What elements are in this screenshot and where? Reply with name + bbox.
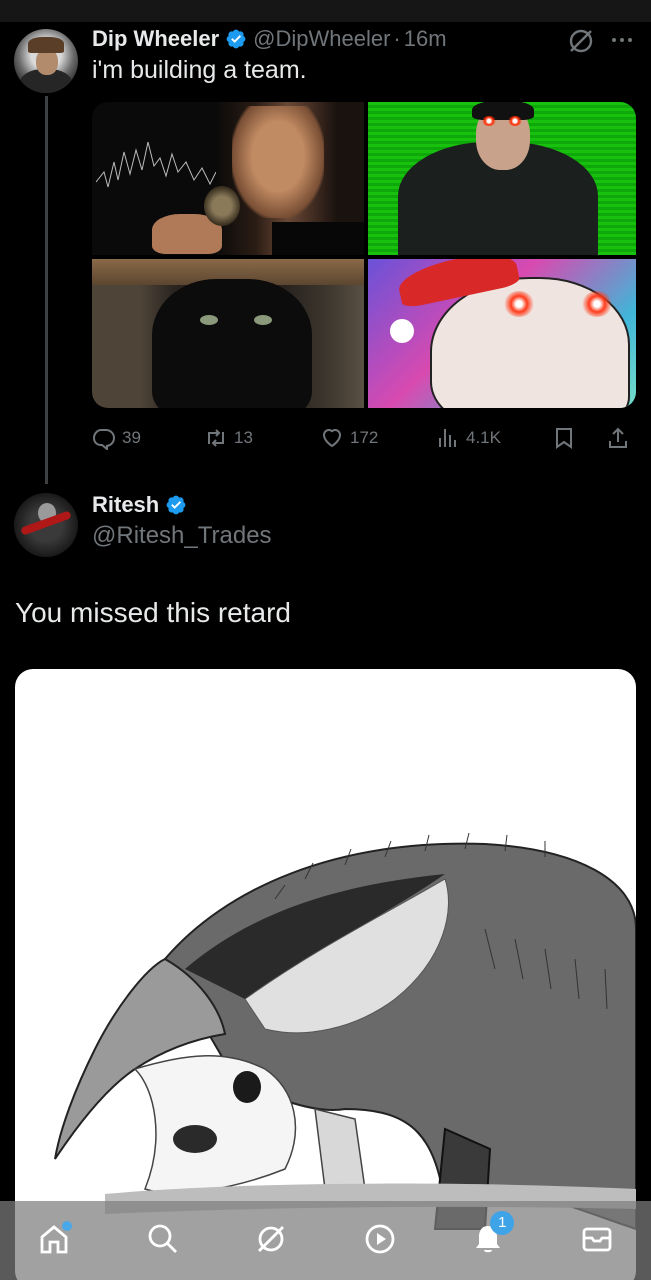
- godfather-image[interactable]: [92, 102, 364, 255]
- separator-dot: ·: [393, 26, 401, 51]
- black-cat-image[interactable]: [92, 259, 364, 408]
- like-count: 172: [350, 428, 379, 447]
- repost-button[interactable]: 13: [204, 424, 253, 452]
- nav-messages[interactable]: [575, 1217, 619, 1261]
- reply-tweet-text: You missed this retard: [15, 597, 291, 628]
- nav-home[interactable]: [32, 1217, 76, 1261]
- share-button[interactable]: [606, 424, 636, 452]
- dip-wheeler-avatar[interactable]: [14, 29, 78, 93]
- parent-display-name[interactable]: Dip Wheeler: [92, 26, 219, 52]
- views-button[interactable]: 4.1K: [436, 424, 501, 452]
- ritesh-avatar[interactable]: [14, 493, 78, 557]
- bottom-navigation: 1: [0, 1201, 651, 1280]
- reply-icon: [92, 429, 116, 450]
- like-button[interactable]: 172: [320, 424, 378, 452]
- heart-icon: [322, 428, 342, 448]
- repost-count: 13: [234, 428, 253, 447]
- parent-action-bar: 39 13 172 4.1K: [92, 424, 636, 452]
- parent-handle[interactable]: @DipWheeler: [253, 26, 390, 52]
- view-count: 4.1K: [466, 428, 501, 447]
- grok-icon[interactable]: [566, 26, 596, 56]
- thread-connector-line: [45, 96, 48, 484]
- repost-icon: [208, 429, 224, 447]
- video-icon: [365, 1224, 395, 1253]
- messages-icon: [582, 1227, 612, 1251]
- notification-count-badge: 1: [490, 1210, 515, 1235]
- grok-icon: [258, 1225, 285, 1252]
- parent-image-grid: [92, 102, 636, 408]
- verified-badge-icon: [226, 29, 246, 49]
- reply-handle[interactable]: @Ritesh_Trades: [92, 522, 272, 550]
- reply-button[interactable]: 39: [92, 424, 141, 452]
- reply-display-name[interactable]: Ritesh: [92, 492, 159, 518]
- nav-notifications[interactable]: 1: [466, 1210, 515, 1261]
- anteater-drawing[interactable]: [15, 669, 636, 1280]
- santa-pepe-image[interactable]: [368, 259, 636, 408]
- bookmark-button[interactable]: [552, 424, 582, 452]
- new-posts-dot: [62, 1220, 73, 1231]
- reply-tweet-header: Ritesh: [92, 490, 193, 520]
- share-icon: [609, 427, 627, 448]
- parent-tweet-text: i'm building a team.: [92, 56, 307, 84]
- status-bar: [0, 0, 651, 22]
- reply-count: 39: [122, 428, 141, 447]
- views-chart-icon: [439, 429, 456, 447]
- parent-timestamp[interactable]: 16m: [404, 26, 447, 52]
- parent-tweet-header: Dip Wheeler @DipWheeler · 16m: [92, 24, 447, 54]
- more-options-icon[interactable]: [608, 26, 636, 54]
- neo-image[interactable]: [368, 102, 636, 255]
- nav-grok[interactable]: [249, 1217, 293, 1261]
- nav-search[interactable]: [141, 1217, 185, 1261]
- bookmark-icon: [556, 428, 572, 449]
- search-icon: [148, 1224, 177, 1253]
- verified-badge-icon: [166, 495, 186, 515]
- nav-video[interactable]: [358, 1217, 402, 1261]
